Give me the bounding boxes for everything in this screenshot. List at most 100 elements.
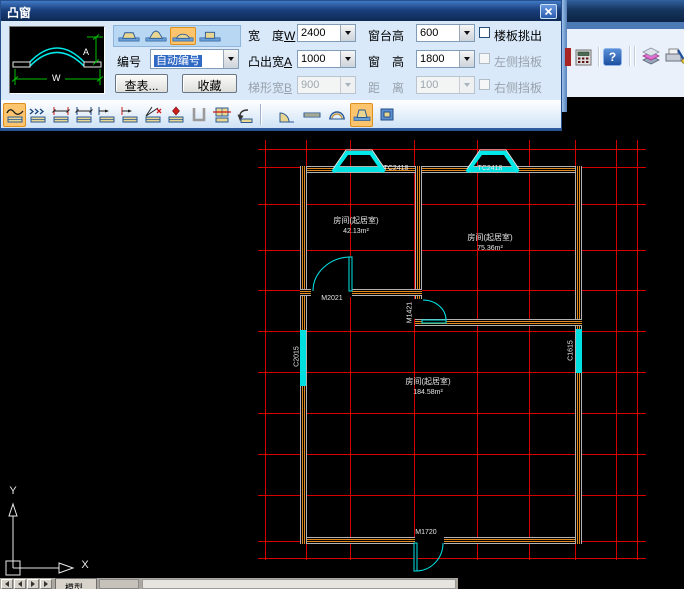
help-icon[interactable]: ? — [603, 48, 622, 66]
sequential-insert-button[interactable] — [26, 103, 49, 127]
corner-bay-window-icon — [277, 106, 297, 124]
toolbar-separator — [634, 46, 636, 66]
replace-window-button[interactable] — [210, 103, 233, 127]
window-height-combobox[interactable]: 1800 — [416, 50, 475, 68]
ucs-y-label: Y — [6, 487, 20, 496]
left-panel-label: 左侧挡板 — [494, 53, 542, 70]
width-dropdown-button[interactable] — [340, 25, 355, 41]
axis-line — [258, 454, 646, 455]
app-titlebar[interactable] — [567, 0, 684, 22]
tab-prev-button[interactable] — [14, 579, 26, 589]
tab-first-button[interactable] — [1, 579, 13, 589]
tab-model[interactable]: 模型 — [55, 578, 97, 589]
distance-dropdown-button — [459, 77, 474, 93]
pick-parameters-icon — [235, 106, 255, 124]
overhang-width-label: 凸出宽A — [248, 53, 292, 70]
trapezoid-dropdown-button — [340, 77, 355, 93]
lookup-table-button[interactable]: 查表... — [115, 74, 168, 93]
shape-arc-bay-button[interactable] — [170, 27, 196, 45]
bay-window-tag: TC2418 — [468, 164, 512, 173]
number-value: 自动编号 — [154, 55, 202, 67]
straight-window-button[interactable] — [300, 103, 323, 127]
preview-depth-label: A — [83, 47, 89, 57]
axis-line — [258, 204, 646, 205]
axis-line — [529, 140, 530, 560]
close-button[interactable] — [540, 4, 557, 19]
number-combobox[interactable]: 自动编号 — [150, 49, 239, 69]
chevron-down-icon — [464, 83, 470, 87]
door-tag: M1720 — [404, 528, 448, 537]
chevron-down-icon — [345, 31, 351, 35]
ucs-x-label: X — [78, 561, 92, 570]
arc-window-button[interactable] — [325, 103, 348, 127]
preview-width-label: W — [52, 73, 61, 83]
straight-window-icon — [302, 106, 322, 124]
plot-icon[interactable] — [665, 47, 684, 66]
wall-hole-button[interactable] — [375, 103, 398, 127]
angle-insert-button[interactable] — [141, 103, 164, 127]
sill-height-dropdown-button[interactable] — [459, 25, 474, 41]
shape-polygon-bay-button[interactable] — [143, 27, 169, 45]
close-icon — [544, 7, 553, 16]
bay-window-button[interactable] — [350, 103, 373, 127]
fill-wall-insert-button[interactable] — [164, 103, 187, 127]
distance-combobox: 100 — [416, 76, 475, 94]
window-c1615 — [576, 329, 582, 373]
window-height-dropdown-button[interactable] — [459, 51, 474, 67]
dialog-titlebar[interactable]: 凸窗 — [1, 1, 561, 21]
right-panel-checkbox — [479, 79, 490, 90]
shape-flat-top-bay-button[interactable] — [116, 27, 142, 45]
pier-width-insert-button[interactable] — [95, 103, 118, 127]
layers-icon[interactable] — [641, 47, 661, 66]
overhang-width-combobox[interactable]: 1000 — [297, 50, 356, 68]
window-tag: C2015 — [293, 335, 302, 379]
axis-offset-insert-button[interactable] — [118, 103, 141, 127]
book-icon[interactable] — [565, 48, 573, 66]
free-insert-button[interactable] — [3, 103, 26, 127]
room-name: 房间(起居室) — [444, 233, 536, 242]
axis-line — [265, 140, 266, 560]
favorite-button[interactable]: 收藏 — [182, 74, 237, 93]
axis-equidistant-insert-button[interactable] — [49, 103, 72, 127]
slab-overhang-checkbox[interactable] — [479, 27, 490, 38]
pier-width-insert-icon — [97, 106, 117, 124]
shape-rect-bay-button[interactable] — [197, 27, 223, 45]
corner-bay-window-button[interactable] — [275, 103, 298, 127]
door-tag: M1421 — [406, 292, 415, 334]
chevron-down-icon — [345, 83, 351, 87]
toolbar-separator — [598, 47, 600, 67]
insert-mode-toolbar — [1, 100, 561, 130]
toolbar-separator — [260, 104, 262, 125]
overhang-dropdown-button[interactable] — [340, 51, 355, 67]
flat-top-bay-icon — [117, 27, 141, 45]
sequential-insert-icon — [28, 106, 48, 124]
ucs-icon — [6, 504, 73, 575]
left-panel-checkbox — [479, 53, 490, 64]
bay-window-preview: W A — [9, 26, 105, 94]
wall — [415, 319, 582, 326]
upper-floor-window-button[interactable] — [187, 103, 210, 127]
number-dropdown-button[interactable] — [223, 50, 238, 68]
arc-window-icon — [327, 106, 347, 124]
width-label: 宽 度W — [248, 27, 295, 44]
tab-last-button[interactable] — [40, 579, 52, 589]
pick-parameters-button[interactable] — [233, 103, 256, 127]
door-arc-m2021 — [313, 257, 351, 291]
tab-next-button[interactable] — [27, 579, 39, 589]
right-panel-label: 右侧挡板 — [494, 79, 542, 96]
trapezoid-width-combobox: 900 — [297, 76, 356, 94]
toolbar-separator — [629, 46, 631, 66]
room-name: 房间(起居室) — [310, 216, 402, 225]
door-tag: M2021 — [308, 294, 356, 303]
tab-layout[interactable] — [99, 579, 139, 589]
axis-line — [258, 558, 646, 559]
width-combobox[interactable]: 2400 — [297, 24, 356, 42]
calculator-icon[interactable] — [575, 49, 592, 66]
chevron-down-icon — [464, 31, 470, 35]
axis-line — [258, 413, 646, 414]
chevron-down-icon — [464, 57, 470, 61]
wall-equidistant-insert-button[interactable] — [72, 103, 95, 127]
preview-drawing — [10, 27, 104, 93]
sill-height-combobox[interactable]: 600 — [416, 24, 475, 42]
axis-line — [258, 495, 646, 496]
